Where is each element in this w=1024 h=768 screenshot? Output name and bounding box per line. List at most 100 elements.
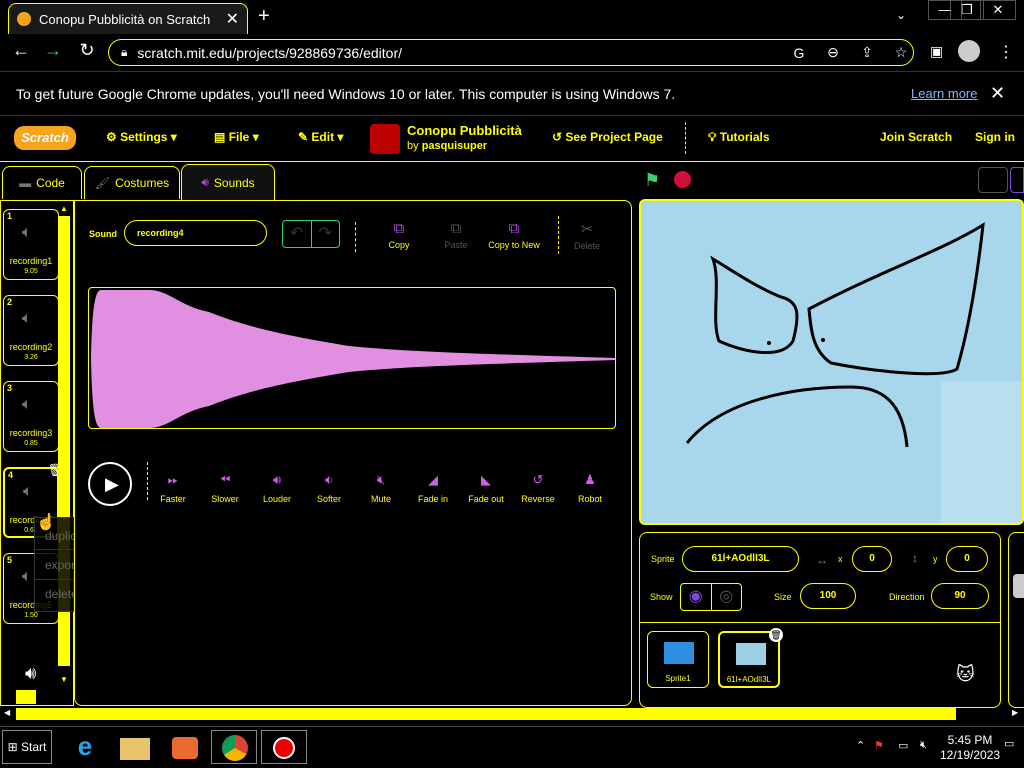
tab-costumes[interactable]: 🖌︎ Costumes — [84, 166, 180, 199]
zoom-icon[interactable]: ⊖ — [821, 44, 845, 61]
right-pupil — [821, 338, 825, 342]
sound-item[interactable]: 3 🔈︎ recording3 0.85 — [3, 381, 59, 452]
file-explorer-icon[interactable] — [112, 730, 158, 764]
project-page-icon: ↺ — [552, 130, 563, 144]
omnibox[interactable]: 🔒︎ scratch.mit.edu/projects/928869736/ed… — [108, 39, 914, 66]
side-panel-icon[interactable]: ▣ — [930, 43, 943, 60]
action-center-flag-icon[interactable]: ⚑ — [874, 739, 884, 752]
scratch-logo[interactable]: Scratch — [14, 126, 76, 150]
scroll-up-icon[interactable]: ▲ — [60, 204, 68, 213]
horizontal-scroll-thumb[interactable] — [16, 690, 36, 704]
settings-menu[interactable]: ⚙ Settings ▾ — [106, 130, 177, 144]
effect-robot[interactable]: ♟ Robot — [564, 472, 616, 504]
sign-in-link[interactable]: Sign in — [975, 130, 1015, 144]
paste-button[interactable]: ⧉ Paste — [426, 220, 486, 250]
x-arrows-icon: ↔ — [816, 553, 828, 567]
close-infobar-icon[interactable]: ✕ — [990, 83, 1005, 104]
join-scratch-link[interactable]: Join Scratch — [880, 130, 952, 144]
edit-label: Edit — [311, 130, 335, 144]
stage-target-thumb[interactable] — [1013, 574, 1024, 598]
restore-button[interactable]: ❐ — [950, 0, 984, 20]
file-menu[interactable]: ▤ File ▾ — [214, 130, 259, 144]
back-icon[interactable]: ← — [8, 40, 34, 61]
sound-item[interactable]: 2 🔈︎ recording2 3.26 — [3, 295, 59, 366]
effect-mute[interactable]: 🔇︎ Mute — [355, 472, 407, 504]
add-sprite-cat-icon[interactable]: 🐱︎ — [956, 664, 975, 685]
edit-menu[interactable]: ✎ Edit ▾ — [298, 130, 343, 144]
google-icon[interactable]: G — [787, 45, 811, 61]
redo-icon[interactable]: ↷ — [312, 221, 340, 247]
effect-faster[interactable]: ⏩︎ Faster — [147, 472, 199, 504]
x-input[interactable]: 0 — [852, 546, 892, 572]
menubar-divider — [685, 122, 686, 154]
reload-icon[interactable]: ↻ — [74, 40, 100, 61]
tutorials-button[interactable]: 💡︎ Tutorials — [708, 130, 770, 145]
copy-button[interactable]: ⧉ Copy — [369, 220, 429, 250]
tab-sounds[interactable]: 🔊︎ Sounds — [181, 164, 275, 200]
learn-more-link[interactable]: Learn more — [911, 86, 977, 101]
chrome-menu-icon[interactable]: ⋮ — [998, 42, 1014, 62]
delete-sprite-icon[interactable]: 🗑︎ — [769, 628, 783, 642]
project-title[interactable]: Conopu Pubblicità — [407, 123, 522, 138]
author-name[interactable]: pasquisuper — [422, 140, 487, 152]
eye-hidden-icon[interactable]: ◎ — [712, 584, 742, 610]
system-clock[interactable]: 5:45 PM 12/19/2023 — [940, 733, 1000, 763]
forward-icon[interactable]: → — [40, 40, 66, 61]
delete-button[interactable]: ✂ Delete — [557, 220, 617, 251]
tutorials-label: Tutorials — [719, 130, 770, 144]
lock-icon: 🔒︎ — [121, 45, 128, 59]
recorder-taskbar-icon[interactable] — [261, 730, 307, 764]
scroll-down-icon[interactable]: ▼ — [60, 675, 68, 684]
sound-item[interactable]: 1 🔈︎ recording1 9.05 — [3, 209, 59, 280]
waveform-svg — [91, 290, 615, 428]
small-stage-button[interactable] — [978, 167, 1008, 193]
start-button[interactable]: ⊞ Start — [2, 730, 52, 764]
copy-to-new-label: Copy to New — [488, 240, 540, 250]
tab-search-icon[interactable]: ⌄ — [896, 8, 906, 22]
profile-avatar[interactable] — [958, 40, 980, 62]
effect-louder[interactable]: 🔊︎ Louder — [251, 472, 303, 504]
internet-explorer-icon[interactable]: e — [62, 730, 108, 764]
green-flag-icon[interactable]: ⚑ — [644, 170, 660, 191]
copy-to-new-button[interactable]: ⧉ Copy to New — [484, 220, 544, 250]
undo-icon[interactable]: ↶ — [283, 221, 312, 247]
sprite-name-input[interactable]: 61l+AOdlI3L — [682, 546, 799, 572]
show-desktop-icon[interactable]: ▭ — [1004, 737, 1014, 750]
effect-slower[interactable]: ⏪︎ Slower — [199, 472, 251, 504]
eye-visible-icon[interactable]: ◉ — [681, 584, 712, 610]
close-tab-icon[interactable]: ✕ — [226, 9, 239, 29]
page-horizontal-scrollbar[interactable] — [16, 708, 956, 720]
y-input[interactable]: 0 — [946, 546, 988, 572]
sound-name-input[interactable]: recording4 — [124, 220, 267, 246]
scroll-left-icon[interactable]: ◀ — [4, 708, 10, 717]
add-sound-icon[interactable]: 🔊︎ — [25, 663, 36, 684]
effect-fade-in[interactable]: ◢ Fade in — [407, 472, 459, 504]
scroll-right-icon[interactable]: ▶ — [1012, 708, 1018, 717]
tab-code[interactable]: ▬ Code — [2, 166, 82, 199]
size-input[interactable]: 100 — [800, 583, 856, 609]
context-delete[interactable]: delete — [45, 587, 78, 601]
tray-expand-icon[interactable]: ⌃ — [856, 739, 865, 752]
new-tab-button[interactable]: + — [258, 5, 270, 28]
see-project-page-button[interactable]: ↺ See Project Page — [552, 130, 663, 144]
effect-reverse[interactable]: ↺ Reverse — [512, 472, 564, 504]
chrome-taskbar-icon[interactable] — [211, 730, 257, 764]
share-icon[interactable]: ⇪ — [855, 44, 879, 61]
browser-tab[interactable]: Conopu Pubblicità on Scratch ✕ — [8, 3, 248, 34]
network-icon[interactable]: ▭ — [898, 739, 908, 752]
close-window-button[interactable]: ✕ — [980, 0, 1016, 20]
volume-muted-icon[interactable]: 🔇︎ — [920, 739, 927, 752]
media-player-icon[interactable] — [162, 730, 208, 764]
stage-drawing — [641, 201, 1022, 523]
normal-stage-button[interactable] — [1010, 167, 1024, 193]
play-button[interactable]: ▶ — [88, 462, 132, 506]
effect-softer[interactable]: 🔉︎ Softer — [303, 472, 355, 504]
sprite-thumbnail[interactable]: Sprite1 — [647, 631, 709, 688]
stop-button[interactable] — [674, 171, 691, 188]
stage[interactable] — [639, 199, 1024, 525]
show-label: Show — [650, 592, 673, 602]
waveform-display[interactable] — [88, 287, 616, 429]
effect-fade-out[interactable]: ◣ Fade out — [460, 472, 512, 504]
direction-input[interactable]: 90 — [931, 583, 989, 609]
bookmark-star-icon[interactable]: ☆ — [889, 44, 913, 61]
